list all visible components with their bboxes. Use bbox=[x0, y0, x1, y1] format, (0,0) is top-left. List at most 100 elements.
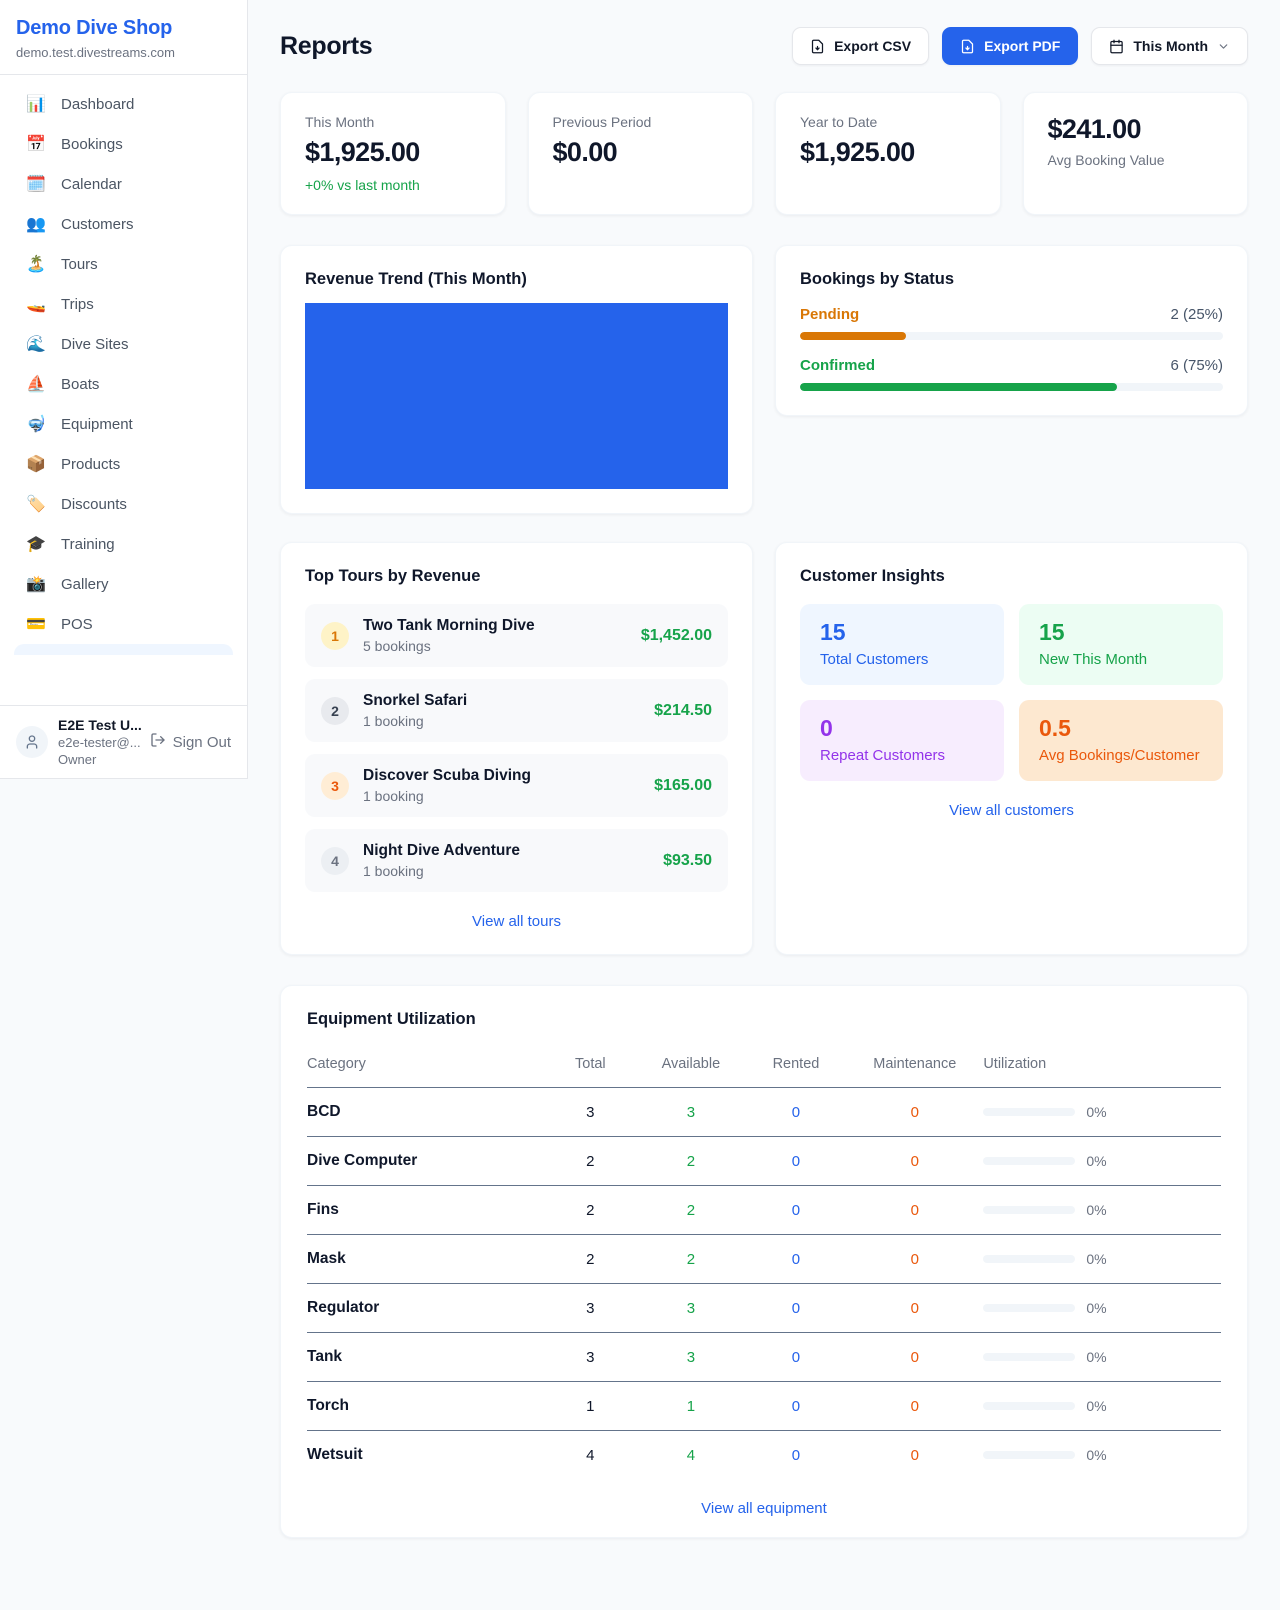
utilization-pct: 0% bbox=[1086, 1349, 1106, 1365]
insight-value: 0 bbox=[820, 715, 984, 742]
sidebar-item-pos[interactable]: 💳 POS bbox=[12, 604, 235, 644]
utilization-cell: 0% bbox=[983, 1104, 1221, 1120]
customer-insights-card: Customer Insights 15 Total Customers 15 … bbox=[775, 542, 1248, 955]
export-csv-button[interactable]: Export CSV bbox=[792, 27, 929, 65]
equipment-available: 2 bbox=[636, 1186, 746, 1235]
insight-value: 0.5 bbox=[1039, 715, 1203, 742]
sidebar-item-label: Boats bbox=[61, 376, 99, 393]
export-pdf-button[interactable]: Export PDF bbox=[942, 27, 1078, 65]
equipment-icon: 🤿 bbox=[26, 414, 46, 434]
equipment-maintenance: 0 bbox=[846, 1382, 983, 1431]
sidebar-item-reports-partial[interactable] bbox=[14, 644, 233, 655]
sidebar-item-bookings[interactable]: 📅 Bookings bbox=[12, 124, 235, 164]
products-icon: 📦 bbox=[26, 454, 46, 474]
view-all-customers-link[interactable]: View all customers bbox=[800, 802, 1223, 819]
table-row: Mask 2 2 0 0 0% bbox=[307, 1235, 1221, 1284]
equipment-maintenance: 0 bbox=[846, 1186, 983, 1235]
sidebar-item-dive-sites[interactable]: 🌊 Dive Sites bbox=[12, 324, 235, 364]
equipment-category: Regulator bbox=[307, 1284, 545, 1333]
sidebar-item-trips[interactable]: 🚤 Trips bbox=[12, 284, 235, 324]
revenue-trend-chart bbox=[305, 303, 728, 489]
sidebar-item-equipment[interactable]: 🤿 Equipment bbox=[12, 404, 235, 444]
equipment-rented: 0 bbox=[746, 1186, 847, 1235]
equipment-category: Mask bbox=[307, 1235, 545, 1284]
status-count: 2 (25%) bbox=[1170, 306, 1223, 323]
trips-icon: 🚤 bbox=[26, 294, 46, 314]
sidebar-item-calendar[interactable]: 🗓️ Calendar bbox=[12, 164, 235, 204]
equipment-maintenance: 0 bbox=[846, 1235, 983, 1284]
sidebar-item-boats[interactable]: ⛵ Boats bbox=[12, 364, 235, 404]
top-tours-card: Top Tours by Revenue 1 Two Tank Morning … bbox=[280, 542, 753, 955]
col-category: Category bbox=[307, 1043, 545, 1088]
equipment-available: 2 bbox=[636, 1137, 746, 1186]
sidebar-item-customers[interactable]: 👥 Customers bbox=[12, 204, 235, 244]
user-avatar-icon bbox=[16, 726, 48, 758]
view-all-tours-link[interactable]: View all tours bbox=[305, 913, 728, 930]
sidebar-item-label: Discounts bbox=[61, 496, 127, 513]
equipment-maintenance: 0 bbox=[846, 1333, 983, 1382]
equipment-total: 4 bbox=[545, 1431, 636, 1480]
sidebar-item-tours[interactable]: 🏝️ Tours bbox=[12, 244, 235, 284]
sidebar-header: Demo Dive Shop demo.test.divestreams.com bbox=[0, 0, 247, 75]
bookings-by-status-card: Bookings by Status Pending 2 (25%) Confi… bbox=[775, 245, 1248, 416]
status-bar-track bbox=[800, 383, 1223, 391]
bookings-icon: 📅 bbox=[26, 134, 46, 154]
lists-row: Top Tours by Revenue 1 Two Tank Morning … bbox=[280, 542, 1248, 955]
col-rented: Rented bbox=[746, 1043, 847, 1088]
tour-name: Two Tank Morning Dive bbox=[363, 617, 627, 635]
sidebar-item-discounts[interactable]: 🏷️ Discounts bbox=[12, 484, 235, 524]
sidebar-item-label: Equipment bbox=[61, 416, 133, 433]
tour-name: Discover Scuba Diving bbox=[363, 767, 640, 785]
bookings-by-status-title: Bookings by Status bbox=[800, 270, 1223, 289]
user-name: E2E Test U... bbox=[58, 717, 140, 733]
top-tours-title: Top Tours by Revenue bbox=[305, 567, 728, 586]
period-label: This Month bbox=[1133, 38, 1208, 54]
sidebar-item-gallery[interactable]: 📸 Gallery bbox=[12, 564, 235, 604]
equipment-category: Tank bbox=[307, 1333, 545, 1382]
shop-name: Demo Dive Shop bbox=[16, 17, 231, 40]
table-row: Wetsuit 4 4 0 0 0% bbox=[307, 1431, 1221, 1480]
page-title: Reports bbox=[280, 32, 372, 61]
tour-bookings: 1 booking bbox=[363, 788, 640, 804]
status-bar-fill bbox=[800, 332, 906, 340]
stat-value: $1,925.00 bbox=[800, 137, 976, 168]
sidebar-item-label: POS bbox=[61, 616, 93, 633]
view-all-equipment-link[interactable]: View all equipment bbox=[307, 1500, 1221, 1517]
sidebar-item-dashboard[interactable]: 📊 Dashboard bbox=[12, 84, 235, 124]
sidebar-item-label: Bookings bbox=[61, 136, 123, 153]
table-row: Fins 2 2 0 0 0% bbox=[307, 1186, 1221, 1235]
insight-tile-new-this-month: 15 New This Month bbox=[1019, 604, 1223, 685]
equipment-total: 2 bbox=[545, 1186, 636, 1235]
equipment-total: 1 bbox=[545, 1382, 636, 1431]
user-email: e2e-tester@... bbox=[58, 735, 140, 750]
sidebar-item-label: Dive Sites bbox=[61, 336, 129, 353]
sign-out-button[interactable]: Sign Out bbox=[150, 732, 231, 752]
equipment-category: Fins bbox=[307, 1186, 545, 1235]
table-row: Torch 1 1 0 0 0% bbox=[307, 1382, 1221, 1431]
header-actions: Export CSV Export PDF This Month bbox=[792, 27, 1248, 65]
calendar-icon bbox=[1109, 39, 1124, 54]
table-row: Tank 3 3 0 0 0% bbox=[307, 1333, 1221, 1382]
utilization-pct: 0% bbox=[1086, 1447, 1106, 1463]
gallery-icon: 📸 bbox=[26, 574, 46, 594]
rank-badge: 2 bbox=[321, 697, 349, 725]
tour-row: 4 Night Dive Adventure 1 booking $93.50 bbox=[305, 829, 728, 892]
stat-label: Avg Booking Value bbox=[1048, 152, 1224, 168]
insight-tile-total-customers: 15 Total Customers bbox=[800, 604, 1004, 685]
insight-value: 15 bbox=[1039, 619, 1203, 646]
equipment-category: Wetsuit bbox=[307, 1431, 545, 1480]
stat-delta: +0% vs last month bbox=[305, 177, 481, 193]
period-dropdown[interactable]: This Month bbox=[1091, 27, 1248, 65]
revenue-trend-card: Revenue Trend (This Month) bbox=[280, 245, 753, 514]
utilization-pct: 0% bbox=[1086, 1153, 1106, 1169]
pos-icon: 💳 bbox=[26, 614, 46, 634]
sidebar-item-label: Calendar bbox=[61, 176, 122, 193]
col-maintenance: Maintenance bbox=[846, 1043, 983, 1088]
equipment-total: 3 bbox=[545, 1284, 636, 1333]
equipment-available: 3 bbox=[636, 1284, 746, 1333]
shop-domain: demo.test.divestreams.com bbox=[16, 45, 231, 60]
equipment-available: 1 bbox=[636, 1382, 746, 1431]
sidebar-item-products[interactable]: 📦 Products bbox=[12, 444, 235, 484]
file-download-icon bbox=[960, 39, 975, 54]
sidebar-item-training[interactable]: 🎓 Training bbox=[12, 524, 235, 564]
